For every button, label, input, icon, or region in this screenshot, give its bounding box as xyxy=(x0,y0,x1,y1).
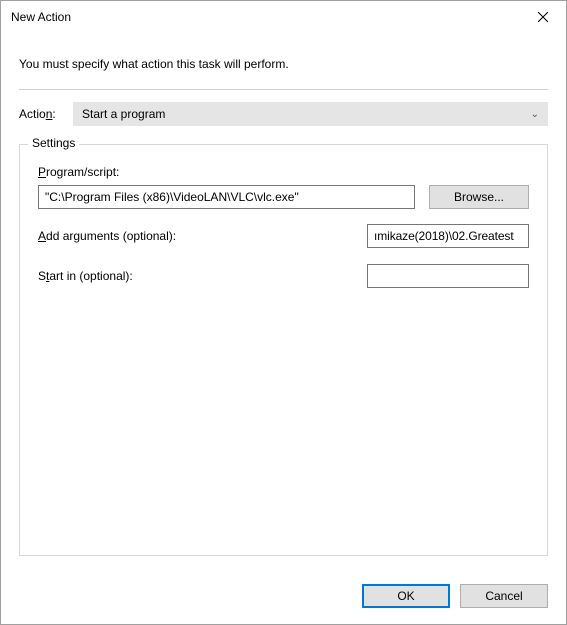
startin-input[interactable] xyxy=(367,264,529,288)
instruction-text: You must specify what action this task w… xyxy=(19,57,548,71)
ok-button[interactable]: OK xyxy=(362,584,450,608)
window-title: New Action xyxy=(11,10,520,24)
startin-row: Start in (optional): xyxy=(38,263,529,289)
arguments-row: Add arguments (optional): xyxy=(38,223,529,249)
program-row: Browse... xyxy=(38,185,529,209)
close-icon xyxy=(538,12,548,22)
program-input[interactable] xyxy=(38,185,415,209)
settings-group: Settings Program/script: Browse... Add a… xyxy=(19,144,548,556)
close-button[interactable] xyxy=(520,1,566,33)
action-row: Action: Start a program ⌄ xyxy=(19,102,548,126)
action-selected-value: Start a program xyxy=(82,107,165,121)
settings-group-title: Settings xyxy=(28,136,79,150)
action-label: Action: xyxy=(19,107,63,121)
divider xyxy=(19,89,548,90)
startin-label: Start in (optional): xyxy=(38,269,133,283)
titlebar: New Action xyxy=(1,1,566,33)
chevron-down-icon: ⌄ xyxy=(531,109,539,120)
arguments-label: Add arguments (optional): xyxy=(38,229,176,243)
button-bar: OK Cancel xyxy=(1,570,566,624)
cancel-button[interactable]: Cancel xyxy=(460,584,548,608)
action-select[interactable]: Start a program ⌄ xyxy=(73,102,548,126)
browse-button[interactable]: Browse... xyxy=(429,185,529,209)
dialog-window: New Action You must specify what action … xyxy=(0,0,567,625)
dialog-content: You must specify what action this task w… xyxy=(1,33,566,570)
arguments-input[interactable] xyxy=(367,224,529,248)
program-label: Program/script: xyxy=(38,165,529,179)
